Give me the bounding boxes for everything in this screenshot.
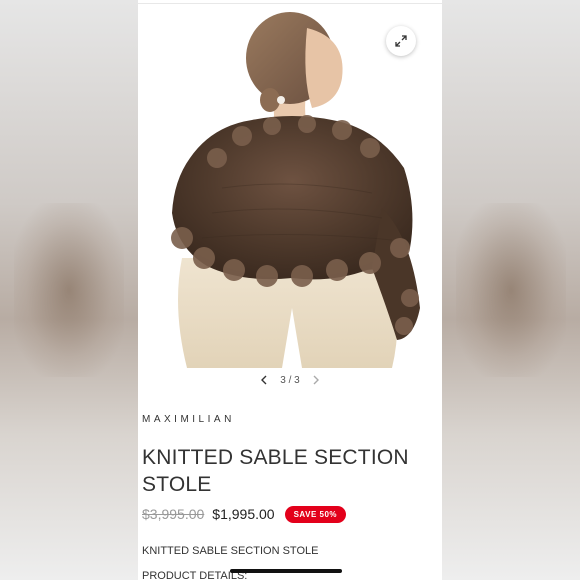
original-price: $3,995.00 bbox=[142, 506, 205, 522]
sale-price: $1,995.00 bbox=[212, 506, 275, 522]
next-image-button[interactable] bbox=[310, 374, 322, 386]
product-description: KNITTED SABLE SECTION STOLE bbox=[142, 545, 319, 557]
previous-image-button[interactable] bbox=[258, 374, 270, 386]
discount-badge: SAVE 50% bbox=[284, 505, 347, 523]
pager-total: 3 bbox=[294, 374, 300, 386]
expand-image-button[interactable] bbox=[386, 26, 416, 56]
chevron-left-icon bbox=[261, 375, 267, 385]
pager-current: 3 bbox=[280, 374, 286, 386]
pager-separator: / bbox=[288, 374, 292, 386]
home-indicator[interactable] bbox=[230, 569, 342, 573]
product-image-gallery[interactable] bbox=[142, 8, 438, 368]
product-page: 3 / 3 MAXIMILIAN KNITTED SABLE SECTION S… bbox=[138, 0, 442, 580]
chevron-right-icon bbox=[313, 375, 319, 385]
background-blur-left bbox=[0, 0, 138, 580]
gallery-pager: 3 / 3 bbox=[138, 372, 442, 388]
price-row: $3,995.00 $1,995.00 SAVE 50% bbox=[142, 504, 347, 524]
brand-name[interactable]: MAXIMILIAN bbox=[142, 414, 235, 425]
expand-icon bbox=[395, 35, 407, 47]
product-photo bbox=[142, 8, 438, 368]
pager-label: 3 / 3 bbox=[280, 375, 299, 386]
top-divider bbox=[138, 3, 442, 4]
background-blur-right bbox=[442, 0, 580, 580]
product-title: KNITTED SABLE SECTION STOLE bbox=[142, 446, 409, 496]
